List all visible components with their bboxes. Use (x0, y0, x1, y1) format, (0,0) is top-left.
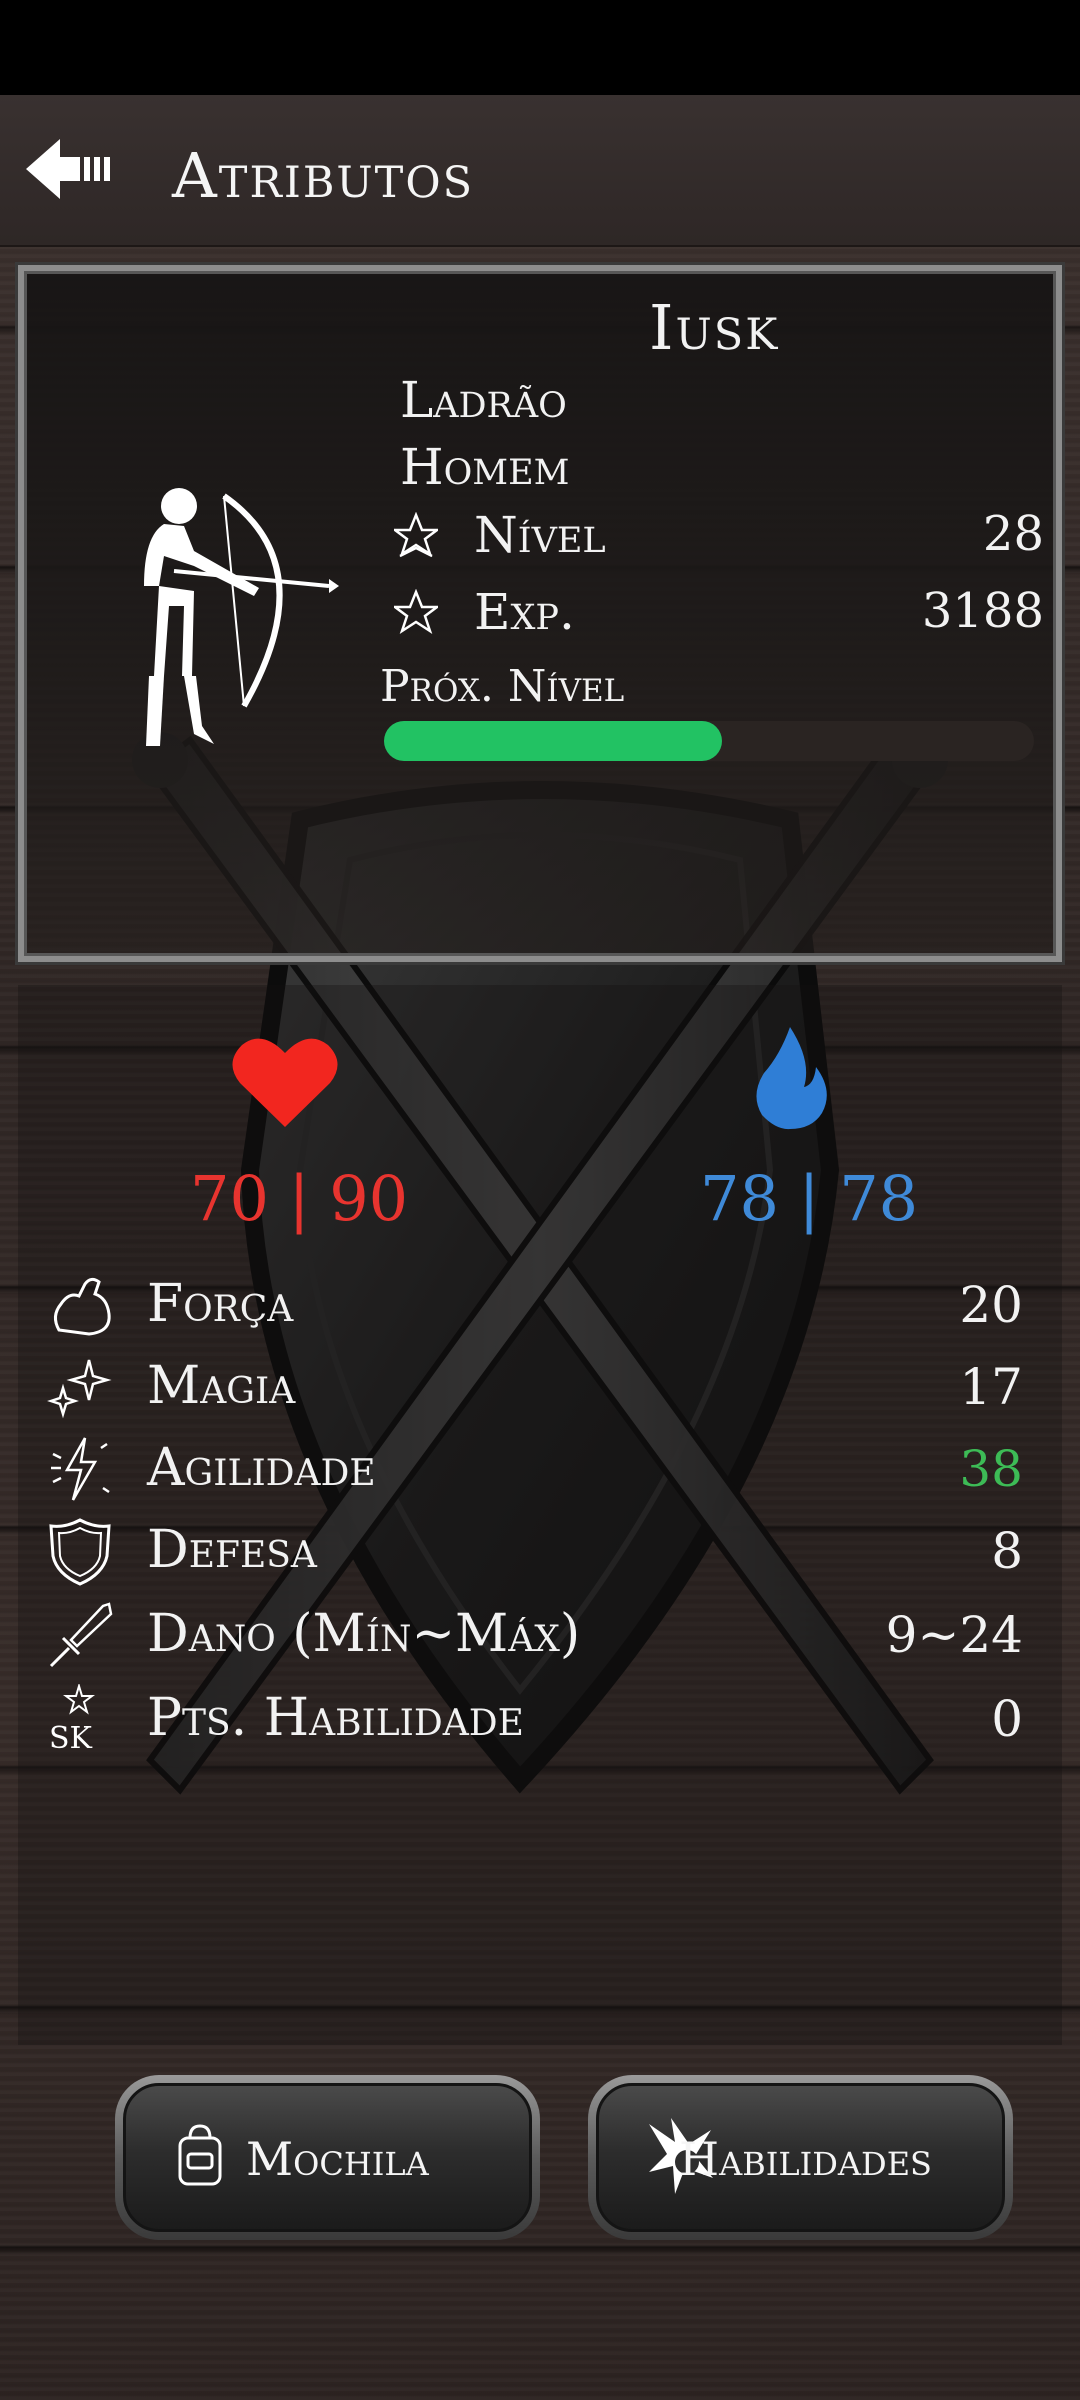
attribute-value: 9~24 (885, 1606, 1023, 1664)
top-app-bar: Atributos (0, 95, 1080, 247)
attribute-value: 17 (959, 1358, 1023, 1416)
shield-icon (49, 1518, 111, 1586)
hp-value: 70 | 90 (190, 1162, 409, 1235)
character-panel: Iusk Ladrão Homem Nível 28 Exp. 3188 Pró… (15, 262, 1065, 965)
attribute-row: Defesa 8 (45, 1516, 1035, 1586)
status-bar (0, 0, 1080, 95)
attribute-row: Força 20 (45, 1270, 1035, 1340)
attribute-label: Força (147, 1274, 294, 1334)
back-arrow-icon[interactable] (22, 135, 118, 203)
heart-icon (232, 1038, 338, 1127)
level-row: Nível 28 (384, 506, 1044, 570)
attribute-label: Defesa (147, 1520, 317, 1580)
backpack-icon (178, 2124, 222, 2186)
backpack-button-label: Mochila (246, 2132, 429, 2186)
level-label: Nível (474, 506, 606, 564)
agility-icon (51, 1437, 110, 1501)
character-name: Iusk (649, 291, 780, 364)
sword-icon (49, 1602, 113, 1668)
backpack-button-face: Mochila (123, 2083, 532, 2232)
next-level-label: Próx. Nível (380, 661, 625, 712)
attribute-label: Magia (147, 1356, 296, 1416)
attribute-row: Magia 17 (45, 1352, 1035, 1422)
exp-value: 3188 (921, 583, 1044, 639)
character-class: Ladrão (400, 371, 567, 429)
skills-button[interactable]: Habilidades (588, 2075, 1013, 2240)
attribute-row: SK Pts. Habilidade 0 (45, 1684, 1035, 1754)
svg-text:SK: SK (49, 1721, 93, 1754)
page-title: Atributos (172, 139, 475, 212)
level-value: 28 (982, 506, 1044, 562)
attribute-value: 38 (959, 1440, 1023, 1498)
attributes-panel (18, 985, 1062, 2045)
mp-value: 78 | 78 (700, 1162, 919, 1235)
character-gender: Homem (400, 438, 570, 496)
attribute-row: Dano (Mín~Máx) 9~24 (45, 1600, 1035, 1670)
xp-progress-fill (384, 721, 722, 761)
exp-star-icon (394, 589, 438, 634)
mana-flame-icon (756, 1027, 827, 1130)
attribute-label: Agilidade (147, 1438, 376, 1498)
xp-progress-bar (384, 721, 1034, 761)
exp-row: Exp. 3188 (384, 583, 1044, 647)
backpack-button[interactable]: Mochila (115, 2075, 540, 2240)
skills-button-face: Habilidades (596, 2083, 1005, 2232)
skills-button-label: Habilidades (679, 2132, 932, 2186)
attribute-value: 8 (991, 1522, 1023, 1580)
attribute-value: 0 (991, 1690, 1023, 1748)
level-star-icon (394, 512, 438, 558)
attribute-value: 20 (959, 1276, 1023, 1334)
magic-sparkle-icon (47, 1359, 112, 1419)
exp-label: Exp. (474, 583, 575, 641)
attribute-label: Dano (Mín~Máx) (147, 1604, 581, 1664)
attribute-label: Pts. Habilidade (147, 1688, 524, 1748)
skill-points-icon: SK (49, 1684, 95, 1754)
attribute-row: Agilidade 38 (45, 1434, 1035, 1504)
strength-icon (54, 1277, 111, 1336)
archer-icon (144, 488, 339, 746)
